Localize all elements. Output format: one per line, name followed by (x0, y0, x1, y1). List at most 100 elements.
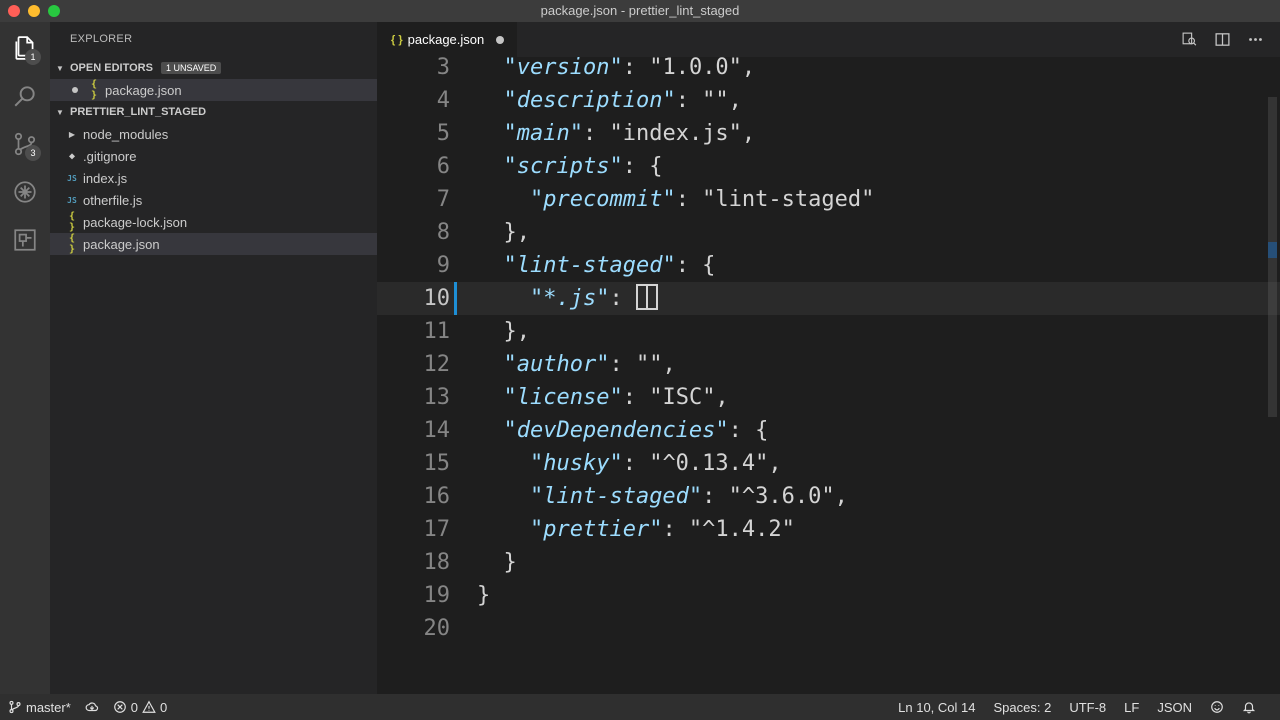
code-line[interactable]: 20 (377, 612, 1280, 645)
json-value: : "^3.6.0", (702, 484, 848, 509)
tree-item-package-lock[interactable]: { } package-lock.json (50, 211, 377, 233)
line-number: 12 (423, 352, 451, 377)
activity-explorer[interactable]: 1 (0, 24, 50, 72)
line-number: 4 (436, 88, 450, 113)
line-number: 17 (423, 517, 451, 542)
line-text: } (477, 546, 517, 579)
tree-item-gitignore[interactable]: ◆ .gitignore (50, 145, 377, 167)
problems-indicator[interactable]: 0 0 (113, 700, 167, 715)
unsaved-dot-icon[interactable] (496, 35, 505, 44)
activity-debug[interactable] (0, 168, 50, 216)
tree-item-node-modules[interactable]: ▶ node_modules (50, 123, 377, 145)
more-actions-icon[interactable] (1247, 31, 1264, 48)
json-file-icon: { } (90, 79, 98, 101)
code-line[interactable]: 19} (377, 579, 1280, 612)
activity-source-control[interactable]: 3 (0, 120, 50, 168)
json-value: : { (728, 418, 769, 443)
open-editor-item[interactable]: { } package.json (50, 79, 377, 101)
json-value: } (477, 583, 491, 608)
line-text: } (477, 579, 490, 612)
tree-item-label: package-lock.json (83, 214, 188, 230)
code-line[interactable]: 18 } (377, 546, 1280, 579)
json-value: }, (503, 220, 531, 245)
sync-button[interactable] (85, 700, 99, 714)
code-line[interactable]: 10 "*.js": (377, 282, 1280, 315)
line-text: "devDependencies": { (477, 414, 769, 447)
json-value: : "1.0.0", (622, 57, 756, 80)
status-bar: master* 0 0 Ln 10, Col 14 Spaces: 2 UTF-… (0, 694, 1280, 720)
tree-item-index-js[interactable]: JS index.js (50, 167, 377, 189)
code-line[interactable]: 14 "devDependencies": { (377, 414, 1280, 447)
line-text: "scripts": { (477, 150, 663, 183)
code-editor[interactable]: 3 "version": "1.0.0", 4 "description": ""… (377, 57, 1280, 694)
explorer-badge: 1 (25, 49, 41, 65)
tree-item-label: index.js (83, 170, 128, 186)
code-line[interactable]: 11 }, (377, 315, 1280, 348)
tab-package-json[interactable]: { } package.json (377, 22, 517, 57)
line-number: 19 (423, 583, 451, 608)
cursor-position[interactable]: Ln 10, Col 14 (898, 700, 975, 715)
editor-area: { } package.json 3 "version": "1.0.0", 4 … (377, 22, 1280, 694)
editor-scrollbar[interactable] (1266, 57, 1280, 694)
tree-item-label: .gitignore (83, 148, 137, 164)
code-line[interactable]: 6 "scripts": { (377, 150, 1280, 183)
code-line[interactable]: 12 "author": "", (377, 348, 1280, 381)
tree-item-otherfile-js[interactable]: JS otherfile.js (50, 189, 377, 211)
chevron-down-icon: ▼ (56, 63, 64, 73)
code-line[interactable]: 15 "husky": "^0.13.4", (377, 447, 1280, 480)
title-bar: package.json - prettier_lint_staged (0, 0, 1280, 22)
code-line[interactable]: 4 "description": "", (377, 84, 1280, 117)
project-header[interactable]: ▼ PRETTIER_LINT_STAGED (50, 101, 377, 123)
code-line[interactable]: 17 "prettier": "^1.4.2" (377, 513, 1280, 546)
bell-icon[interactable] (1242, 700, 1256, 714)
line-text: "description": "", (477, 84, 742, 117)
chevron-right-icon: ▶ (68, 129, 76, 139)
cursor-position-marker (1268, 242, 1277, 258)
line-number: 18 (423, 550, 451, 575)
branch-indicator[interactable]: master* (8, 700, 71, 715)
code-line[interactable]: 3 "version": "1.0.0", (377, 57, 1280, 84)
code-line[interactable]: 13 "license": "ISC", (377, 381, 1280, 414)
json-key: "lint-staged" (529, 484, 703, 509)
json-value: : { (675, 253, 716, 278)
line-number: 16 (423, 484, 451, 509)
open-changes-icon[interactable] (1181, 31, 1198, 48)
open-editors-label: OPEN EDITORS (70, 62, 153, 74)
code-line[interactable]: 7 "precommit": "lint-staged" (377, 183, 1280, 216)
json-key: "description" (503, 88, 676, 113)
indentation[interactable]: Spaces: 2 (993, 700, 1051, 715)
open-editors-header[interactable]: ▼ OPEN EDITORS 1 UNSAVED (50, 57, 377, 79)
code-line[interactable]: 16 "lint-staged": "^3.6.0", (377, 480, 1280, 513)
branch-name: master* (26, 699, 71, 715)
split-editor-icon[interactable] (1214, 31, 1231, 48)
js-file-icon: JS (67, 195, 77, 205)
tree-item-package-json[interactable]: { } package.json (50, 233, 377, 255)
scm-badge: 3 (25, 145, 41, 161)
json-key: "author" (503, 352, 610, 377)
code-line[interactable]: 9 "lint-staged": { (377, 249, 1280, 282)
smiley-feedback-icon[interactable] (1210, 700, 1224, 714)
language-mode[interactable]: JSON (1157, 700, 1192, 715)
activity-extensions[interactable] (0, 216, 50, 264)
error-icon (113, 701, 126, 713)
line-text: }, (477, 216, 531, 249)
json-key: "devDependencies" (503, 418, 729, 443)
extensions-icon (14, 229, 36, 251)
encoding[interactable]: UTF-8 (1069, 700, 1106, 715)
window-title: package.json - prettier_lint_staged (540, 3, 740, 18)
line-ending[interactable]: LF (1124, 700, 1139, 715)
line-number: 5 (436, 121, 450, 146)
activity-search[interactable] (0, 72, 50, 120)
warning-count: 0 (160, 699, 168, 715)
code-line[interactable]: 8 }, (377, 216, 1280, 249)
line-text: "version": "1.0.0", (477, 57, 756, 84)
line-number: 14 (423, 418, 451, 443)
line-text: "license": "ISC", (477, 381, 729, 414)
code-line[interactable]: 5 "main": "index.js", (377, 117, 1280, 150)
